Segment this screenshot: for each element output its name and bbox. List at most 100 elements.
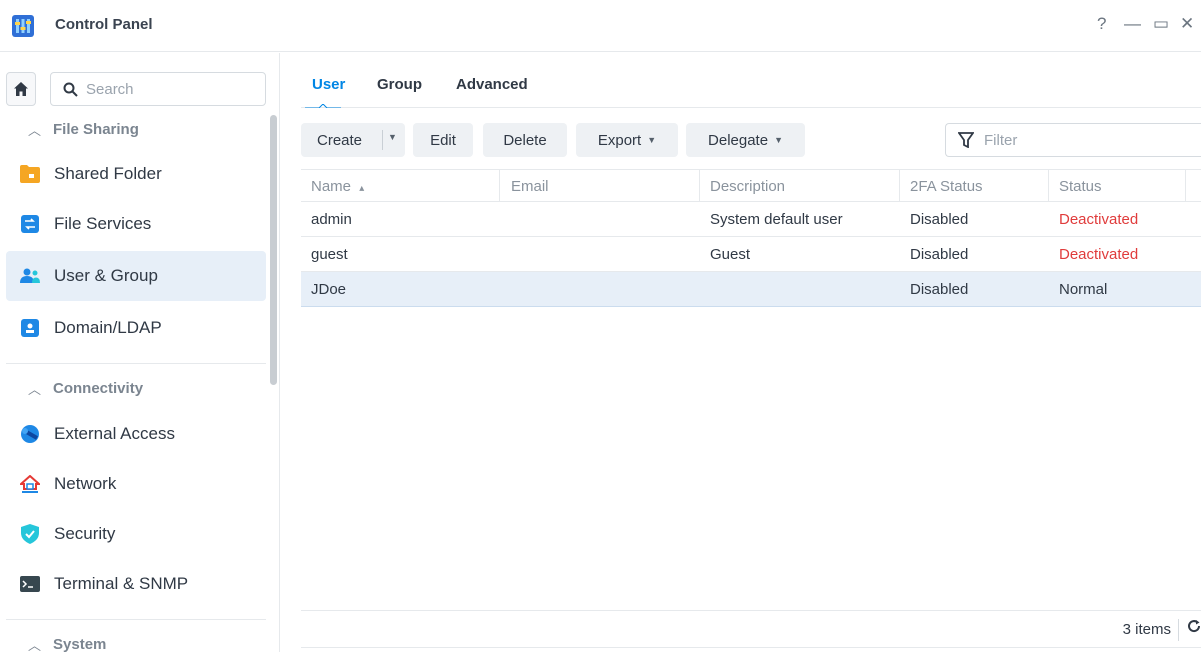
- help-button[interactable]: ?: [1097, 14, 1106, 34]
- sidebar-item-label: Terminal & SNMP: [54, 574, 189, 593]
- sidebar-item-security[interactable]: Security: [6, 509, 266, 559]
- title-bar: Control Panel ? — ▭ ✕: [0, 0, 1201, 52]
- section-label: Connectivity: [53, 380, 144, 397]
- column-header-email[interactable]: Email: [511, 178, 549, 195]
- window-title: Control Panel: [55, 16, 153, 33]
- sidebar-item-user-group[interactable]: User & Group: [6, 251, 266, 301]
- chevron-up-icon: ︿: [28, 638, 42, 652]
- section-connectivity[interactable]: ︿ Connectivity: [28, 379, 143, 398]
- column-separator[interactable]: [699, 170, 700, 202]
- minimize-button[interactable]: —: [1124, 14, 1141, 34]
- close-button[interactable]: ✕: [1180, 14, 1194, 34]
- refresh-icon[interactable]: [1187, 619, 1201, 638]
- filter-icon: [958, 132, 974, 148]
- column-separator[interactable]: [1048, 170, 1049, 202]
- column-header-description[interactable]: Description: [710, 178, 785, 195]
- export-label: Export: [597, 131, 642, 149]
- filter-field[interactable]: [945, 123, 1201, 157]
- home-button[interactable]: [6, 72, 36, 106]
- caret-down-icon: ▼: [774, 135, 783, 145]
- cell-name: guest: [311, 246, 348, 263]
- sidebar-item-terminal-snmp[interactable]: Terminal & SNMP: [6, 559, 266, 609]
- column-header-status[interactable]: Status: [1059, 178, 1102, 195]
- sidebar-item-domain-ldap[interactable]: Domain/LDAP: [6, 303, 266, 353]
- column-separator[interactable]: [499, 170, 500, 202]
- tab-bar: User Group Advanced: [301, 53, 1201, 108]
- section-file-sharing[interactable]: ︿ File Sharing: [28, 120, 139, 139]
- filter-input[interactable]: [984, 131, 1184, 149]
- section-label: System: [53, 636, 107, 652]
- tab-user[interactable]: User: [312, 76, 345, 93]
- cell-2fa-status: Disabled: [910, 246, 969, 263]
- sidebar-item-label: User & Group: [54, 266, 158, 285]
- column-label: Name: [311, 178, 352, 195]
- cell-2fa-status: Disabled: [910, 211, 969, 228]
- active-tab-indicator: [305, 104, 341, 108]
- sidebar-divider: [6, 619, 266, 620]
- cell-status: Deactivated: [1059, 211, 1139, 228]
- search-icon: [63, 82, 78, 97]
- file-services-icon: [20, 214, 40, 234]
- tab-group[interactable]: Group: [377, 76, 422, 93]
- table-footer: 3 items: [301, 610, 1201, 648]
- search-input[interactable]: [86, 80, 246, 98]
- control-panel-icon: [12, 15, 34, 37]
- cell-status: Deactivated: [1059, 246, 1139, 263]
- footer-separator: [1178, 619, 1179, 641]
- external-access-icon: [20, 424, 40, 444]
- sidebar-divider: [6, 363, 266, 364]
- chevron-up-icon: ︿: [28, 123, 42, 138]
- edit-label: Edit: [430, 131, 456, 149]
- sidebar-item-label: Network: [54, 474, 117, 493]
- cell-status: Normal: [1059, 281, 1108, 298]
- shield-icon: [20, 524, 40, 544]
- main-panel: User Group Advanced Create ▼ Edit Delete…: [281, 53, 1201, 652]
- sidebar-item-external-access[interactable]: External Access: [6, 409, 266, 459]
- sidebar-item-label: Security: [54, 524, 116, 543]
- sidebar-item-label: External Access: [54, 424, 175, 443]
- terminal-icon: [20, 574, 40, 594]
- create-dropdown-icon[interactable]: ▼: [388, 132, 397, 142]
- maximize-button[interactable]: ▭: [1153, 14, 1169, 34]
- domain-icon: [20, 318, 40, 338]
- folder-icon: [20, 164, 40, 184]
- sidebar-item-network[interactable]: Network: [6, 459, 266, 509]
- sidebar-item-shared-folder[interactable]: Shared Folder: [6, 149, 266, 199]
- column-header-2fa-status[interactable]: 2FA Status: [910, 178, 983, 195]
- cell-name: JDoe: [311, 281, 347, 298]
- caret-down-icon: ▼: [647, 135, 657, 145]
- table-header: Name ▴ Email Description 2FA Status Stat…: [301, 169, 1201, 202]
- edit-button[interactable]: Edit: [413, 123, 473, 157]
- cell-2fa-status: Disabled: [910, 281, 969, 298]
- delete-label: Delete: [503, 131, 547, 149]
- table-row[interactable]: JDoe Disabled Normal: [301, 272, 1201, 307]
- table-row[interactable]: guest Guest Disabled Deactivated: [301, 237, 1201, 272]
- column-separator[interactable]: [1185, 170, 1186, 202]
- section-system[interactable]: ︿ System: [28, 635, 106, 652]
- column-separator[interactable]: [899, 170, 900, 202]
- tab-advanced[interactable]: Advanced: [456, 76, 528, 93]
- sort-ascending-icon: ▴: [359, 183, 365, 194]
- create-split-button: Create ▼: [301, 123, 405, 157]
- section-label: File Sharing: [53, 121, 139, 138]
- delete-button[interactable]: Delete: [483, 123, 567, 157]
- sidebar-item-file-services[interactable]: File Services: [6, 199, 266, 249]
- export-button[interactable]: Export ▼: [576, 123, 678, 157]
- sidebar-item-label: Shared Folder: [54, 164, 162, 183]
- split-divider: [382, 130, 383, 150]
- sidebar-item-label: Domain/LDAP: [54, 318, 162, 337]
- column-header-name[interactable]: Name ▴: [311, 178, 364, 195]
- sidebar-item-label: File Services: [54, 214, 152, 233]
- search-field[interactable]: [50, 72, 266, 106]
- item-count: 3 items: [1122, 621, 1171, 638]
- sidebar: ︿ File Sharing Shared Folder File Servic…: [0, 53, 280, 652]
- cell-name: admin: [311, 211, 352, 228]
- sidebar-scrollbar[interactable]: [270, 115, 277, 385]
- create-button[interactable]: Create: [317, 132, 362, 149]
- delegate-label: Delegate: [708, 131, 769, 149]
- table-row[interactable]: admin System default user Disabled Deact…: [301, 202, 1201, 237]
- delegate-button[interactable]: Delegate ▼: [686, 123, 805, 157]
- users-icon: [20, 266, 40, 286]
- cell-description: System default user: [710, 211, 843, 228]
- cell-description: Guest: [710, 246, 751, 263]
